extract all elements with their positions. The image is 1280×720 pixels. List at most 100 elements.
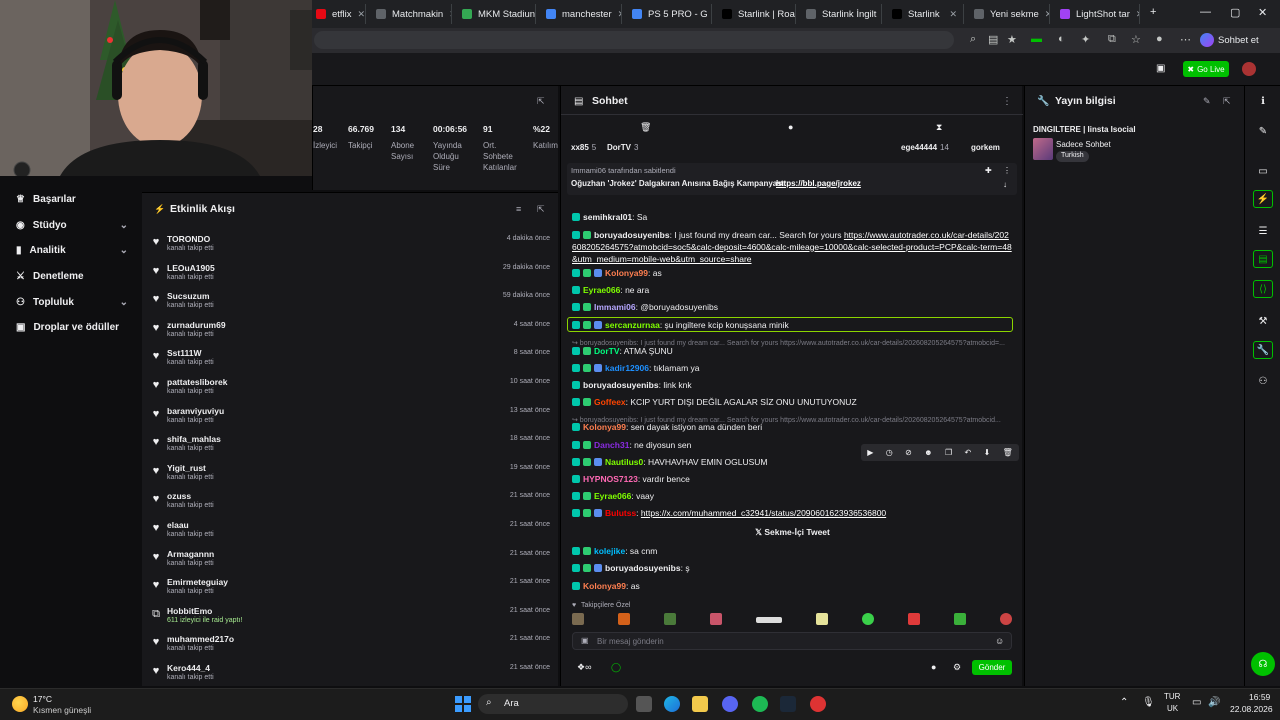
emote[interactable] (954, 613, 966, 625)
profile-button[interactable]: Sohbet et (1200, 31, 1259, 49)
lang-line2[interactable]: UK (1167, 704, 1178, 713)
volume-icon[interactable]: 🔊 (1208, 697, 1220, 708)
top-cheerer[interactable]: xx85 5 (571, 143, 596, 152)
activity-row[interactable]: ♥ TORONDO kanalı takip etti 4 dakika önce (150, 233, 550, 259)
pin-icon[interactable]: ✚ (985, 166, 992, 175)
activity-row[interactable]: ♥ shifa_mahlas kanalı takip etti 18 saat ön… (150, 433, 550, 459)
chat-input-box[interactable]: ▣ Bir mesaj gönderin ☺ (572, 632, 1012, 650)
activity-row[interactable]: ♥ Kero444_4 kanalı takip etti 21 saat önce (150, 662, 550, 688)
activity-user[interactable]: Armagannn (167, 549, 214, 559)
chat-rail-icon[interactable]: ▤ (1253, 250, 1273, 268)
chat-bubble-icon[interactable]: ● (788, 122, 793, 132)
activity-row[interactable]: ♥ pattatesliborek kanalı takip etti 10 saat… (150, 376, 550, 402)
chat-message[interactable]: kadir12906: tıklamam ya (572, 363, 1013, 375)
activity-user[interactable]: Sucsuzum (167, 291, 210, 301)
input-badge-icon[interactable]: ▣ (581, 636, 589, 645)
activity-row[interactable]: ♥ Sst111W kanalı takip etti 8 saat önce (150, 347, 550, 373)
chat-username[interactable]: Kolonya99 (583, 422, 626, 432)
popout-icon[interactable]: ⇱ (1223, 96, 1231, 107)
activity-row[interactable]: ♥ ozuss kanalı takip etti 21 saat önce (150, 490, 550, 516)
chat-link[interactable]: https://x.com/muhammed_c32941/status/209… (641, 508, 886, 518)
chat-badge-icon[interactable] (572, 321, 580, 329)
sidebar-item[interactable]: ▣ Droplar ve ödüller (16, 322, 128, 333)
chat-message[interactable]: Kolonya99: as (572, 581, 1013, 593)
popout-icon[interactable]: ⇱ (537, 204, 545, 215)
discord-icon[interactable] (722, 696, 738, 712)
activity-row[interactable]: ♥ baranviyuviyu kanalı takip etti 13 saat ö… (150, 405, 550, 431)
edit-icon[interactable]: ✎ (1203, 96, 1211, 107)
points-icon[interactable]: ❖∞ (577, 662, 591, 673)
menu-dots-icon[interactable]: ⋯ (1180, 33, 1191, 46)
activity-user[interactable]: Emirmeteguiay (167, 577, 228, 587)
extension-icon[interactable]: ◐ (1058, 33, 1065, 45)
chat-username[interactable]: Kolonya99 (583, 581, 626, 591)
browser-tab[interactable]: Matchmakin ✕ (370, 4, 452, 24)
sidebar-item[interactable]: ⚇ Topluluk ⌄ (16, 297, 128, 308)
browser-tab[interactable]: Starlink İngilt✕ (800, 4, 882, 24)
activity-user[interactable]: Sst111W (167, 348, 202, 358)
activity-row[interactable]: ♥ Sucsuzum kanalı takip etti 59 dakika önce (150, 290, 550, 316)
reader-icon[interactable]: ▤ (988, 33, 998, 46)
tab-close-icon[interactable]: ✕ (449, 9, 451, 20)
spotify-icon[interactable] (752, 696, 768, 712)
timeout-icon[interactable]: ◷ (886, 448, 893, 457)
taskbar-search[interactable]: ⌕ Ara (478, 694, 628, 714)
chat-username[interactable]: Eyrae066 (583, 285, 620, 295)
emote[interactable] (664, 613, 676, 625)
chat-badge-icon[interactable] (594, 269, 602, 277)
activity-user[interactable]: shifa_mahlas (167, 434, 221, 444)
popout-icon[interactable]: ⇱ (537, 96, 545, 107)
tray-chevron-icon[interactable]: ⌃ (1120, 697, 1128, 708)
activity-user[interactable]: Kero444_4 (167, 663, 210, 673)
chat-message[interactable]: boruyadosuyenibs: ş (572, 563, 1013, 575)
task-view-icon[interactable] (636, 696, 652, 712)
chat-message[interactable]: boruyadosuyenibs: I just found my dream … (572, 230, 1013, 265)
chat-message[interactable]: HYPNOS7123: vardır bence (572, 474, 1013, 486)
chat-mode-icon[interactable]: ● (931, 662, 936, 672)
emote[interactable] (572, 613, 584, 625)
chat-badge-icon[interactable] (583, 269, 591, 277)
browser-tab[interactable]: MKM Stadiun✕ (456, 4, 536, 24)
sidebar-item[interactable]: ♕ Başarılar (16, 194, 128, 205)
chat-username[interactable]: kadir12906 (605, 363, 649, 373)
chat-badge-icon[interactable] (572, 364, 580, 372)
activity-row[interactable]: ♥ Emirmeteguiay kanalı takip etti 21 saat ö… (150, 576, 550, 602)
activity-user[interactable]: elaau (167, 520, 189, 530)
chat-badge-icon[interactable] (572, 213, 580, 221)
pin-icon[interactable]: ⬇ (984, 448, 991, 457)
tag-badge[interactable]: Turkish (1056, 151, 1089, 162)
trash-icon[interactable]: 🗑 (640, 122, 651, 133)
chat-badge-icon[interactable] (583, 398, 591, 406)
chat-badge-icon[interactable] (583, 441, 591, 449)
sidebar-item[interactable]: ⚔ Denetleme (16, 271, 128, 282)
chat-message[interactable]: DorTV: ATMA ŞUNU (572, 346, 1013, 358)
browser-tab[interactable]: PS 5 PRO - G✕ (626, 4, 712, 24)
chat-message[interactable]: 𝕏 Sekme-İçi Tweet (572, 527, 1013, 539)
chat-message[interactable]: Eyrae066: ne ara (572, 285, 1013, 297)
favorites-icon[interactable]: ☆ (1131, 33, 1141, 46)
chat-username[interactable]: HYPNOS7123 (583, 474, 638, 484)
browser-tab[interactable]: manchester ✕ (540, 4, 622, 24)
chat-message[interactable]: Eyrae066: vaay (572, 491, 1013, 503)
close-icon[interactable]: ✕ (1258, 6, 1267, 19)
network-icon[interactable]: ▭ (1192, 697, 1201, 708)
chat-username[interactable]: semihkral01 (583, 212, 632, 222)
chat-message[interactable]: semihkral01: Sa (572, 212, 1013, 224)
chat-username[interactable]: boruyadosuyenibs (583, 380, 659, 390)
code-icon[interactable]: ⟨⟩ (1253, 280, 1273, 298)
chat-badge-icon[interactable] (594, 564, 602, 572)
activity-user[interactable]: TORONDO (167, 234, 210, 244)
chat-message[interactable]: sercanzurnaa: şu ingiltere kcip konuşsan… (572, 320, 1013, 332)
chat-username[interactable]: Goffeex (594, 397, 626, 407)
emote[interactable] (908, 613, 920, 625)
filter-icon[interactable]: ≡ (516, 204, 521, 214)
chat-badge-icon[interactable] (572, 475, 580, 483)
chat-message[interactable]: Goffeex: KCIP YURT DIŞI DEĞİL AGALAR SİZ… (572, 397, 1013, 409)
activity-row[interactable]: ♥ muhammed217o kanalı takip etti 21 saat ön… (150, 633, 550, 659)
chat-badge-icon[interactable] (594, 458, 602, 466)
lang-line1[interactable]: TUR (1164, 692, 1180, 701)
user-avatar[interactable] (1242, 62, 1256, 76)
activity-user[interactable]: muhammed217o (167, 634, 234, 644)
info-icon[interactable]: ℹ (1253, 92, 1273, 110)
activity-row[interactable]: ♥ LEOuA1905 kanalı takip etti 29 dakika önc… (150, 262, 550, 288)
